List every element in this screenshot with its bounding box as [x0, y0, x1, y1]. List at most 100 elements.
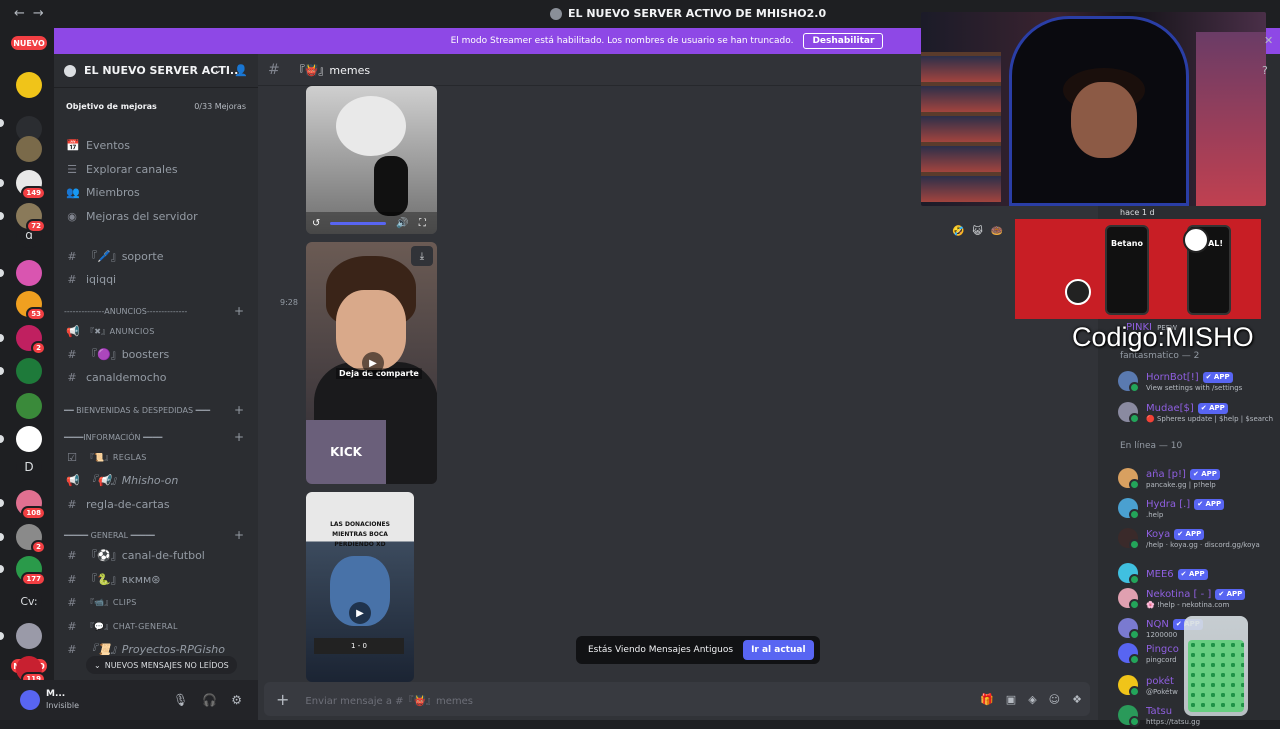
- channel-item[interactable]: 📢 『📢』Mhisho-on: [62, 469, 250, 491]
- play-icon[interactable]: ▶: [349, 602, 371, 624]
- member-item[interactable]: aña [p!] ✔ APP pancake.gg | p!help: [1118, 464, 1278, 492]
- fullscreen-icon[interactable]: ⛶: [419, 218, 426, 229]
- server-icon[interactable]: 72: [16, 203, 46, 233]
- chevron-down-icon[interactable]: ⌄: [214, 66, 222, 76]
- server-letter-D[interactable]: D: [16, 454, 42, 480]
- server-icon[interactable]: [16, 358, 42, 384]
- channel-type-icon: #: [67, 595, 77, 609]
- reaction-1[interactable]: 🤣: [952, 226, 964, 237]
- gift-icon[interactable]: 🎁: [980, 693, 994, 706]
- sidebar-item-4[interactable]: ◉ Mejoras del servidor: [62, 205, 250, 227]
- reaction-3[interactable]: 🍩: [991, 226, 1003, 237]
- new-messages-pill[interactable]: ⌄ NUEVOS MENSAJES NO LEÍDOS: [86, 656, 237, 674]
- channel-item[interactable]: # 『🟣』boosters: [62, 343, 250, 365]
- add-user-icon[interactable]: 👤: [234, 64, 248, 77]
- channel-item[interactable]: # 『🖊️』soporte: [62, 245, 250, 267]
- channel-item[interactable]: # canaldemocho: [62, 366, 250, 388]
- channel-label: 『💬』chat-general: [86, 621, 178, 631]
- channel-item[interactable]: # 『🐍』ʀᴋᴍᴍ⊛: [62, 568, 250, 590]
- server-icon[interactable]: 2: [16, 325, 46, 355]
- message-composer[interactable]: + Enviar mensaje a #『👹』memes 🎁 ▣ ◈ ☺ ❖: [264, 682, 1090, 716]
- channel-item[interactable]: # regla-de-cartas: [62, 493, 250, 515]
- unread-indicator: [0, 212, 4, 220]
- video-attachment-2[interactable]: KICK Deja de comparte ▶ ⤓: [306, 242, 437, 484]
- server-icon[interactable]: 149: [16, 170, 46, 200]
- jump-to-present-button[interactable]: Ir al actual: [743, 640, 814, 660]
- nav-icon: ◉: [67, 209, 77, 223]
- plus-icon[interactable]: +: [276, 690, 289, 709]
- sticker-icon[interactable]: ◈: [1028, 693, 1036, 706]
- channel-item[interactable]: # 『💬』chat-general: [62, 615, 250, 637]
- window-title-text: EL NUEVO SERVER ACTIVO DE MHISHO2.0: [568, 7, 827, 20]
- play-icon[interactable]: ▶: [362, 352, 384, 374]
- new-badge-top[interactable]: NUEVO: [11, 36, 47, 50]
- emoji-icon[interactable]: ☺: [1049, 693, 1060, 706]
- member-status: 🌸 !help - nekotina.com: [1146, 600, 1230, 609]
- volume-icon[interactable]: 🔊: [396, 218, 408, 229]
- boost-goal[interactable]: Objetivo de mejoras 0/33 Mejoras: [62, 94, 250, 118]
- user-info[interactable]: M... Invisible: [46, 688, 79, 712]
- channel-category[interactable]: --------------ANUNCIOS-------------- +: [62, 300, 250, 322]
- member-item[interactable]: Hydra [.] ✔ APP .help: [1118, 494, 1278, 522]
- server-icon[interactable]: 177: [16, 556, 46, 586]
- plus-icon[interactable]: +: [234, 528, 244, 542]
- server-icon[interactable]: 2: [16, 524, 46, 554]
- video-controls: ↺ 🔊 ⛶: [306, 212, 437, 234]
- member-item[interactable]: HornBot[!] ✔ APP View settings with /setti…: [1118, 367, 1278, 395]
- channel-category[interactable]: ━━━━INFORMACIÓN ━━━━ +: [62, 426, 250, 448]
- reaction-2[interactable]: 😺: [972, 226, 982, 237]
- microphone-icon[interactable]: 🎙: [173, 693, 188, 707]
- server-icon[interactable]: 119: [16, 656, 46, 686]
- plus-icon[interactable]: +: [234, 304, 244, 318]
- channel-item[interactable]: 📢 『✖』anuncios: [62, 320, 250, 342]
- server-icon[interactable]: [16, 260, 42, 286]
- member-name: Mudae[$]: [1146, 402, 1194, 414]
- channel-item[interactable]: # iqiqqi: [62, 268, 250, 290]
- video-attachment-1[interactable]: ↺ 🔊 ⛶: [306, 86, 437, 234]
- server-icon[interactable]: 53: [16, 291, 46, 321]
- glass-overlay: [1184, 616, 1248, 716]
- server-icon[interactable]: 108: [16, 490, 46, 520]
- channel-category[interactable]: ━━ BIENVENIDAS & DESPEDIDAS ━━━ +: [62, 399, 250, 421]
- back-arrow-icon[interactable]: ←: [14, 6, 33, 21]
- composer-placeholder[interactable]: Enviar mensaje a #『👹』memes: [305, 692, 473, 707]
- forward-arrow-icon[interactable]: →: [33, 6, 52, 21]
- server-icon[interactable]: [16, 72, 42, 98]
- progress-bar[interactable]: [330, 221, 387, 225]
- sidebar-item-1[interactable]: 📅 Eventos: [62, 134, 250, 156]
- server-icon[interactable]: [16, 623, 42, 649]
- history-nav[interactable]: ←→: [14, 6, 52, 21]
- disable-streamer-button[interactable]: Deshabilitar: [803, 33, 884, 49]
- avatar[interactable]: [20, 690, 40, 710]
- channel-item[interactable]: # 『📹』clips: [62, 591, 250, 613]
- gif-icon[interactable]: ▣: [1006, 693, 1016, 706]
- headphones-icon[interactable]: 🎧: [202, 693, 217, 707]
- member-item[interactable]: Mudae[$] ✔ APP 🔴 Spheres update | $help | …: [1118, 398, 1278, 426]
- close-icon[interactable]: ✕: [1264, 34, 1273, 47]
- gear-icon[interactable]: ⚙: [231, 693, 242, 707]
- apps-icon[interactable]: ❖: [1072, 693, 1082, 706]
- server-icon[interactable]: [16, 136, 42, 162]
- video-attachment-3[interactable]: LAS DONACIONES MIENTRAS BOCA PERDIENDO X…: [306, 492, 414, 682]
- help-icon[interactable]: ?: [1262, 64, 1268, 77]
- channel-item[interactable]: ☑ 『📜』reglas: [62, 446, 250, 468]
- replay-icon[interactable]: ↺: [312, 218, 320, 229]
- plus-icon[interactable]: +: [234, 430, 244, 444]
- channel-type-icon: 📢: [66, 324, 80, 338]
- member-item[interactable]: Koya ✔ APP/help · koya.gg · discord.gg/ko…: [1118, 524, 1278, 552]
- channel-item[interactable]: # 『⚽』canal-de-futbol: [62, 544, 250, 566]
- channel-type-icon: #: [67, 497, 77, 511]
- server-header[interactable]: EL NUEVO SERVER ACTI... ⌄ 👤: [54, 54, 258, 88]
- member-name: MEE6: [1146, 569, 1174, 580]
- server-icon[interactable]: [16, 426, 42, 452]
- member-item[interactable]: MEE6 ✔ APP: [1118, 559, 1278, 587]
- plus-icon[interactable]: +: [234, 403, 244, 417]
- channel-category[interactable]: ━━━━━ GENERAL ━━━━━ +: [62, 524, 250, 546]
- server-icon[interactable]: [16, 393, 42, 419]
- sidebar-item-2[interactable]: ☰ Explorar canales: [62, 158, 250, 180]
- download-icon[interactable]: ⤓: [411, 246, 433, 266]
- sidebar-item-3[interactable]: 👥 Miembros: [62, 181, 250, 203]
- server-letter-cv[interactable]: Cv:: [16, 588, 42, 614]
- member-item[interactable]: Nekotina [ - ] ✔ APP 🌸 !help - nekotina.co…: [1118, 584, 1278, 612]
- unread-indicator: [0, 533, 4, 541]
